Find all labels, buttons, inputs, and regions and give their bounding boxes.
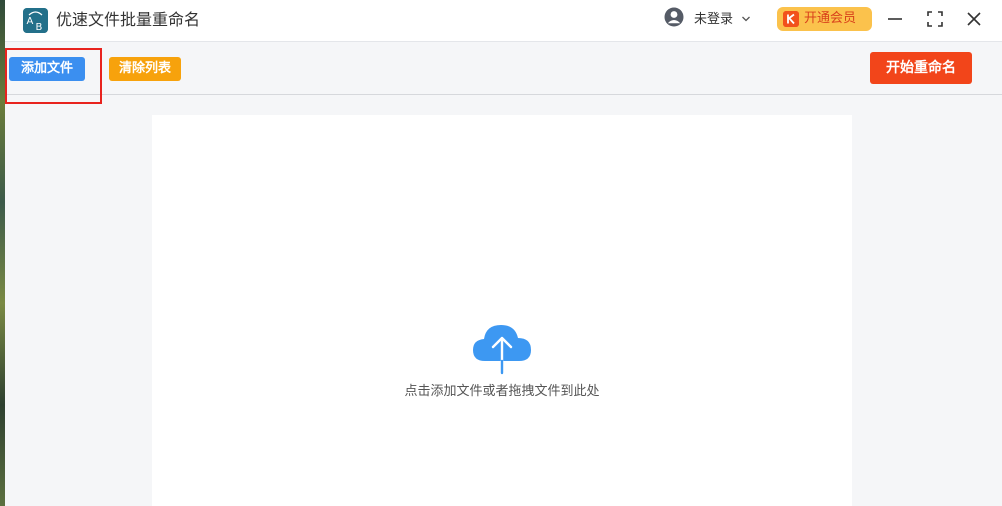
clear-list-button[interactable]: 清除列表: [109, 57, 181, 81]
vip-label: 开通会员: [804, 11, 857, 26]
close-icon[interactable]: [961, 6, 987, 32]
chevron-down-icon[interactable]: [741, 14, 751, 24]
vip-badge-icon: [783, 11, 799, 27]
file-drop-area[interactable]: 点击添加文件或者拖拽文件到此处: [152, 115, 852, 506]
login-status[interactable]: 未登录: [694, 11, 733, 29]
svg-text:A: A: [27, 16, 34, 27]
toolbar: 添加文件 清除列表 开始重命名: [5, 42, 1002, 95]
maximize-icon[interactable]: [922, 6, 948, 32]
vip-button[interactable]: 开通会员: [777, 7, 872, 31]
app-logo-icon: A B: [23, 8, 48, 33]
user-avatar-icon[interactable]: [664, 7, 684, 27]
svg-text:B: B: [36, 22, 43, 33]
app-window: A B 优速文件批量重命名 未登录 开通会员 添加文件 清除列表 开始重命名 点…: [5, 0, 1002, 506]
cloud-upload-icon[interactable]: [471, 321, 533, 375]
title-bar: A B 优速文件批量重命名 未登录 开通会员: [5, 0, 1002, 42]
add-file-button[interactable]: 添加文件: [9, 57, 85, 81]
drop-hint-text: 点击添加文件或者拖拽文件到此处: [404, 384, 600, 399]
minimize-icon[interactable]: [882, 6, 908, 32]
app-title: 优速文件批量重命名: [56, 10, 201, 29]
start-rename-button[interactable]: 开始重命名: [870, 52, 972, 84]
